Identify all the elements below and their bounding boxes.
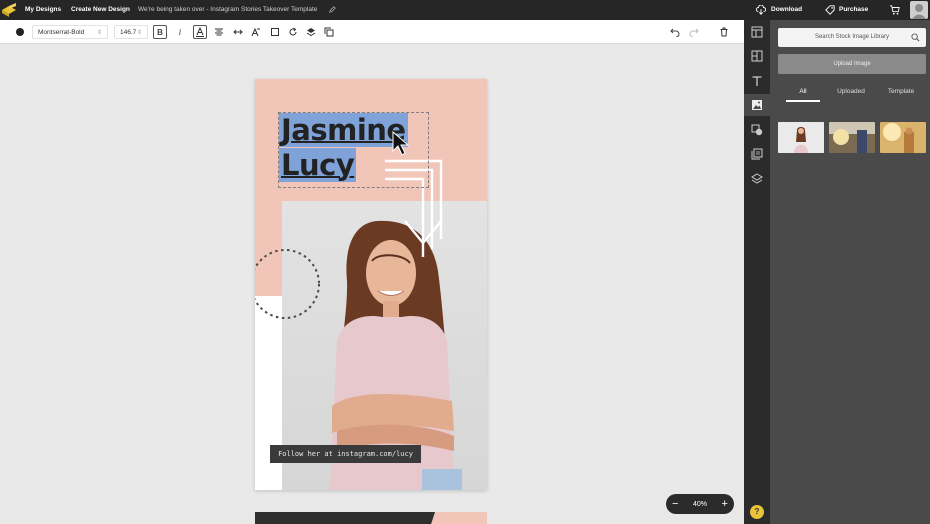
document-title[interactable]: We're being taken over - Instagram Stori… xyxy=(138,0,317,20)
font-family-value: Montserrat-Bold xyxy=(38,28,85,36)
sunset-thumbnail-icon xyxy=(880,122,926,153)
image-panel: Search Stock Image Library Upload Image … xyxy=(770,20,930,524)
text-color-button[interactable] xyxy=(193,25,207,39)
redo-icon xyxy=(689,28,699,37)
text-color-icon xyxy=(196,27,204,37)
headline-line-2: Lucy xyxy=(279,148,357,182)
text-color-swatch[interactable] xyxy=(15,25,25,39)
woman-thumbnail-icon xyxy=(778,122,824,153)
redo-button[interactable] xyxy=(687,25,701,39)
rotate-button[interactable] xyxy=(286,25,300,39)
pages-icon xyxy=(751,148,763,160)
font-size-value: 146.7 xyxy=(120,28,137,36)
tab-template[interactable]: Template xyxy=(884,84,918,102)
delete-button[interactable] xyxy=(717,25,731,39)
cloud-download-icon[interactable] xyxy=(756,5,766,15)
app-logo-icon[interactable] xyxy=(2,3,17,17)
design-canvas[interactable]: Jasmine Lucy Follow her at instagram.com… xyxy=(0,44,744,524)
headline-line-1: Jasmine xyxy=(279,113,408,147)
horizontal-arrows-icon xyxy=(233,29,243,35)
tag-icon[interactable] xyxy=(825,5,835,15)
images-tool[interactable] xyxy=(744,94,770,116)
select-arrows-icon: ⇕ xyxy=(136,29,142,36)
font-family-select[interactable]: Montserrat-Bold ⇕ xyxy=(32,25,108,39)
edit-pencil-icon[interactable] xyxy=(329,6,336,13)
undo-button[interactable] xyxy=(668,25,682,39)
text-effects-button[interactable] xyxy=(249,25,263,39)
caption-box[interactable]: Follow her at instagram.com/lucy xyxy=(270,445,421,463)
purchase-button[interactable]: Purchase xyxy=(839,0,868,20)
undo-icon xyxy=(670,28,680,37)
text-toolbar: Montserrat-Bold ⇕ 146.7 ⇕ B i xyxy=(0,20,744,44)
image-thumbnail[interactable] xyxy=(778,122,824,153)
my-designs-link[interactable]: My Designs xyxy=(25,0,61,20)
zoom-out-button[interactable]: − xyxy=(672,498,678,510)
user-avatar[interactable] xyxy=(910,1,928,19)
image-thumbnail[interactable] xyxy=(880,122,926,153)
sunburst-circle xyxy=(255,249,320,319)
sunny-thumbnail-icon xyxy=(829,122,875,153)
shapes-tool[interactable] xyxy=(749,122,765,138)
grid-tool[interactable] xyxy=(749,48,765,64)
text-tool[interactable] xyxy=(749,73,765,89)
help-button[interactable]: ? xyxy=(750,505,764,519)
bold-button[interactable]: B xyxy=(153,25,167,39)
duplicate-button[interactable] xyxy=(322,25,336,39)
tab-uploaded[interactable]: Uploaded xyxy=(834,84,868,102)
pink-corner xyxy=(425,512,487,524)
layout-icon xyxy=(751,26,763,38)
trash-icon xyxy=(720,27,728,37)
layout-tool[interactable] xyxy=(749,24,765,40)
align-center-icon xyxy=(215,28,223,36)
pages-tool[interactable] xyxy=(749,146,765,162)
text-icon xyxy=(752,76,762,86)
layers-tool[interactable] xyxy=(749,171,765,187)
zoom-control: − 40% + xyxy=(666,494,734,514)
grid-icon xyxy=(751,50,763,62)
create-new-design-link[interactable]: Create New Design xyxy=(71,0,130,20)
story-page[interactable]: Jasmine Lucy Follow her at instagram.com… xyxy=(255,79,487,490)
layers-button[interactable] xyxy=(304,25,318,39)
letter-spacing-button[interactable] xyxy=(231,25,245,39)
zoom-level: 40% xyxy=(692,500,707,508)
layers-icon xyxy=(306,28,316,37)
select-arrows-icon: ⇕ xyxy=(96,29,102,36)
search-icon[interactable] xyxy=(911,33,920,42)
top-bar: My Designs Create New Design We're being… xyxy=(0,0,930,20)
stack-icon xyxy=(751,173,763,184)
image-tabs: All Uploaded Template xyxy=(778,84,926,102)
rotate-icon xyxy=(289,27,297,36)
font-size-input[interactable]: 146.7 ⇕ xyxy=(114,25,148,39)
italic-button[interactable]: i xyxy=(173,25,187,39)
zoom-in-button[interactable]: + xyxy=(722,498,728,510)
tab-all[interactable]: All xyxy=(786,84,820,102)
image-thumbnail[interactable] xyxy=(829,122,875,153)
crop-button[interactable] xyxy=(268,25,282,39)
next-page-preview[interactable] xyxy=(255,512,487,524)
text-effects-icon xyxy=(251,27,260,37)
download-button[interactable]: Download xyxy=(771,0,802,20)
upload-image-button[interactable]: Upload Image xyxy=(778,54,926,74)
cart-icon[interactable] xyxy=(890,5,900,15)
shapes-icon xyxy=(751,124,763,136)
align-button[interactable] xyxy=(212,25,226,39)
tool-rail: ? xyxy=(744,20,770,524)
stock-search-input[interactable]: Search Stock Image Library xyxy=(778,28,926,47)
frame-icon xyxy=(271,28,279,36)
stock-search-placeholder: Search Stock Image Library xyxy=(814,34,890,40)
duplicate-icon xyxy=(324,27,334,37)
mouse-cursor-icon xyxy=(392,131,410,156)
image-icon xyxy=(752,100,762,110)
